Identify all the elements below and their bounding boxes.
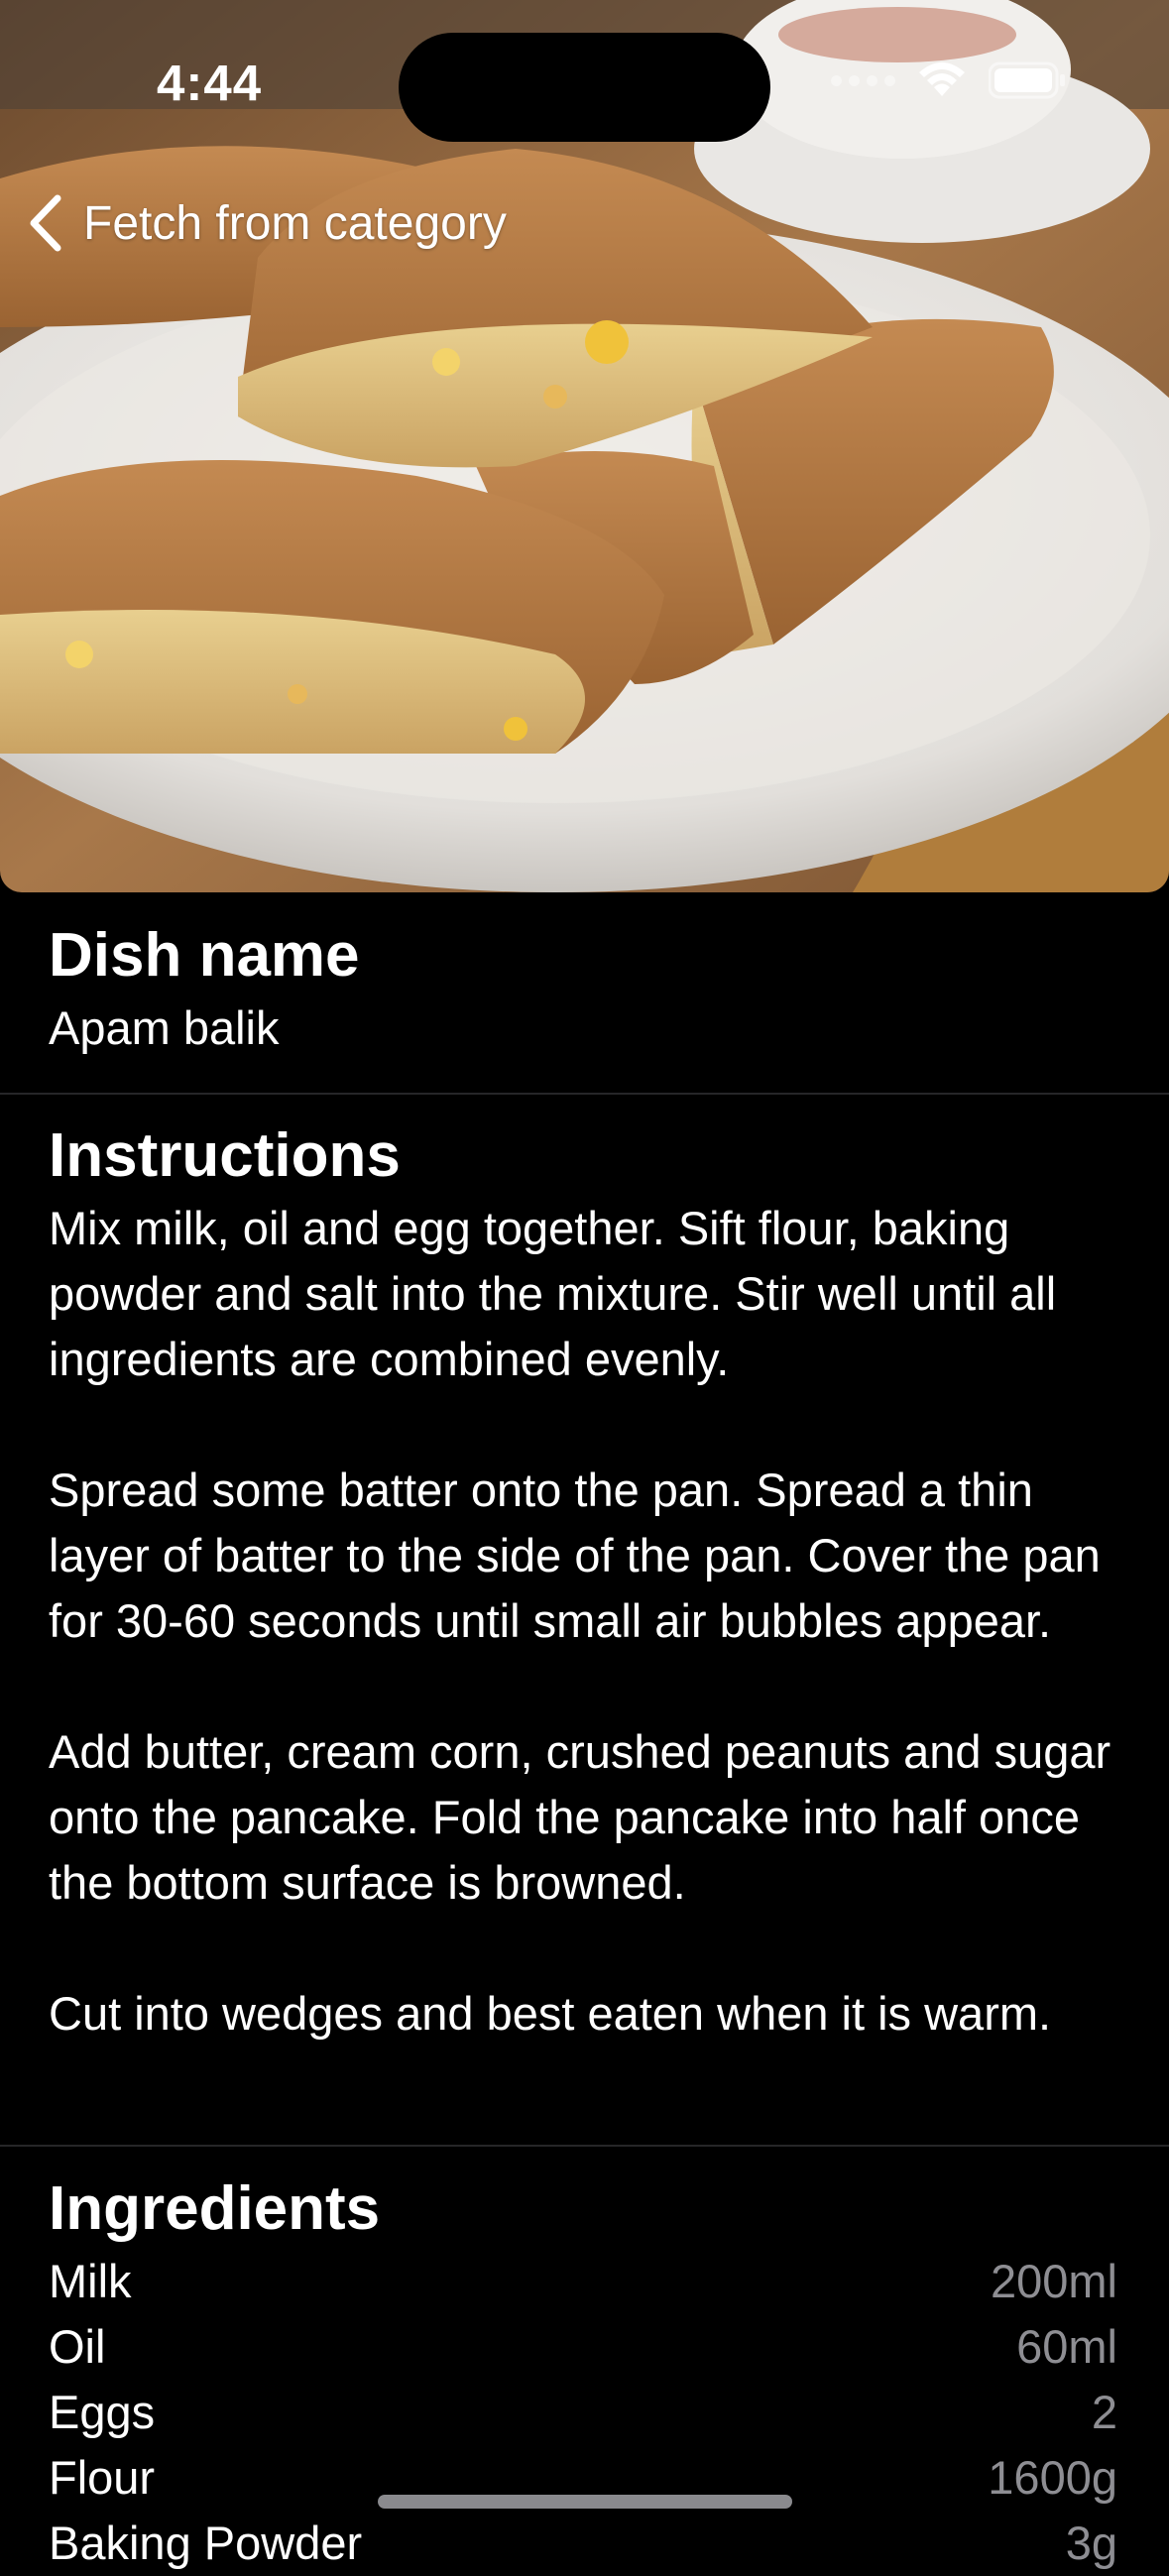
dish-name-value: Apam balik bbox=[49, 1001, 280, 1054]
back-button[interactable]: Fetch from category bbox=[26, 194, 507, 252]
ingredient-row: Oil 60ml bbox=[49, 2314, 1120, 2380]
ingredient-name: Eggs bbox=[49, 2386, 156, 2438]
divider bbox=[0, 2145, 1169, 2147]
ingredient-measure: 1600g bbox=[988, 2451, 1117, 2504]
dish-name-section: Dish name Apam balik bbox=[0, 920, 1169, 1061]
dish-name-heading: Dish name bbox=[49, 921, 360, 990]
ingredients-heading: Ingredients bbox=[49, 2174, 381, 2243]
home-indicator[interactable] bbox=[378, 2495, 792, 2509]
ingredient-name: Flour bbox=[49, 2451, 156, 2504]
ingredient-name: Baking Powder bbox=[49, 2517, 363, 2569]
instruction-paragraph: Add butter, cream corn, crushed peanuts … bbox=[49, 1725, 1111, 1909]
instruction-paragraph: Cut into wedges and best eaten when it i… bbox=[49, 1987, 1052, 2040]
ingredient-name: Milk bbox=[49, 2255, 132, 2307]
ingredient-row: Milk 200ml bbox=[49, 2249, 1120, 2314]
battery-icon bbox=[989, 61, 1065, 99]
ingredients-list: Milk 200ml Oil 60ml Eggs 2 Flour 1600g B… bbox=[49, 2249, 1120, 2576]
ingredients-section: Ingredients Milk 200ml Oil 60ml Eggs 2 F… bbox=[0, 2173, 1169, 2576]
status-icons bbox=[831, 61, 1066, 99]
ingredient-measure: 200ml bbox=[990, 2255, 1117, 2307]
status-time: 4:44 bbox=[157, 55, 263, 111]
ingredient-measure: 3g bbox=[1065, 2517, 1117, 2569]
ingredient-measure: 2 bbox=[1091, 2386, 1117, 2438]
instruction-paragraph: Spread some batter onto the pan. Spread … bbox=[49, 1464, 1101, 1647]
chevron-left-icon bbox=[30, 194, 61, 252]
instructions-section: Instructions Mix milk, oil and egg toget… bbox=[0, 1120, 1169, 2047]
ingredient-name: Oil bbox=[49, 2320, 106, 2373]
divider bbox=[0, 1093, 1169, 1095]
instruction-paragraph: Mix milk, oil and egg together. Sift flo… bbox=[49, 1202, 1057, 1385]
ingredient-row: Eggs 2 bbox=[49, 2380, 1120, 2445]
ingredient-row: Baking Powder 3g bbox=[49, 2511, 1120, 2576]
ingredient-measure: 60ml bbox=[1016, 2320, 1117, 2373]
wifi-icon bbox=[919, 62, 965, 96]
back-label: Fetch from category bbox=[83, 196, 507, 250]
cellular-signal-icon bbox=[831, 74, 895, 86]
dynamic-island bbox=[399, 33, 770, 142]
instructions-heading: Instructions bbox=[49, 1121, 401, 1190]
